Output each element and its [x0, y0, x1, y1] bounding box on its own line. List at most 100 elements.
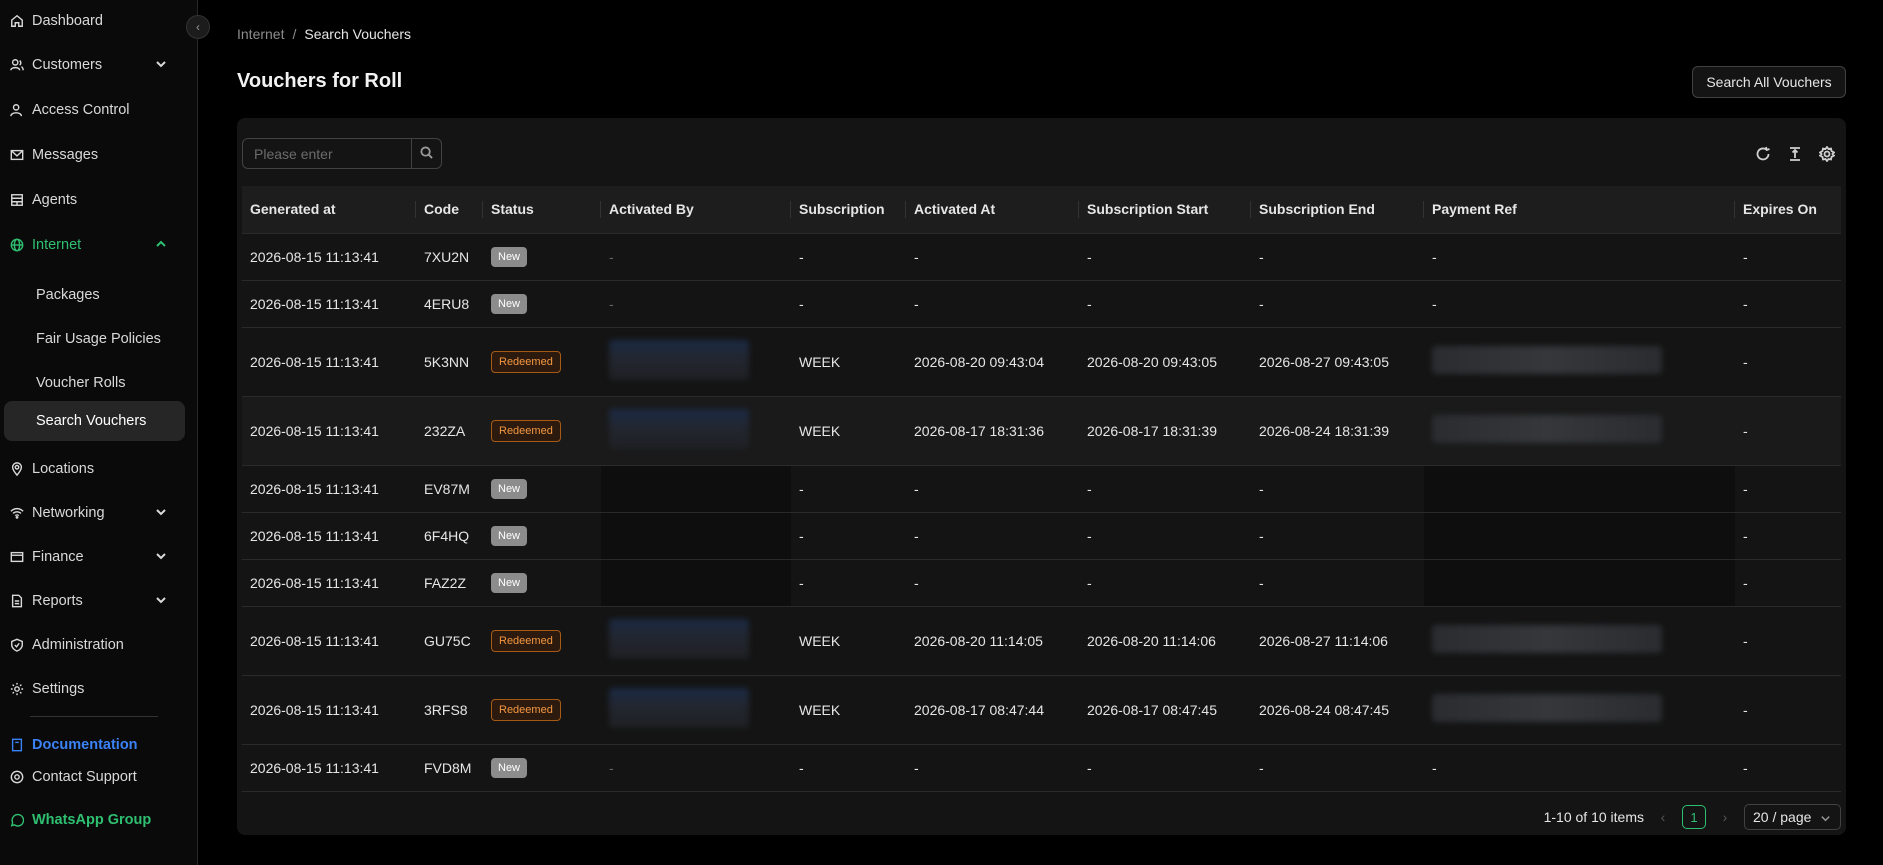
sidebar-item-locations[interactable]: Locations: [0, 449, 185, 489]
cell-subscription-start: -: [1079, 559, 1251, 607]
sidebar-item-dashboard[interactable]: Dashboard: [0, 1, 185, 41]
cell-code: FAZ2Z: [416, 559, 483, 607]
table-row[interactable]: 2026-08-15 11:13:41 3RFS8 Redeemed WEEK …: [242, 675, 1841, 745]
cell-subscription-end: -: [1251, 559, 1424, 607]
chevron-down-icon: [1820, 811, 1832, 823]
report-icon: [10, 594, 24, 608]
sidebar-item-customers[interactable]: Customers: [0, 45, 185, 85]
settings-icon[interactable]: [1818, 145, 1836, 163]
cell-activated-by: -: [601, 744, 791, 792]
cell-subscription: WEEK: [791, 675, 906, 745]
cell-status: New: [483, 465, 601, 513]
cell-subscription-start: -: [1079, 465, 1251, 513]
status-badge: New: [491, 246, 528, 267]
sidebar-item-networking[interactable]: Networking: [0, 493, 185, 533]
breadcrumb-parent[interactable]: Internet: [237, 26, 284, 42]
column-header-status[interactable]: Status: [483, 186, 601, 234]
gear-icon: [10, 682, 24, 696]
cell-activated-by: -: [601, 280, 791, 328]
table-row[interactable]: 2026-08-15 11:13:41 5K3NN Redeemed WEEK …: [242, 327, 1841, 397]
sidebar-item-finance[interactable]: Finance: [0, 537, 185, 577]
table-row[interactable]: 2026-08-15 11:13:41 6F4HQ New - - - - -: [242, 512, 1841, 560]
vouchers-panel: Generated at Code Status Activated By Su…: [237, 118, 1846, 835]
sidebar-item-packages[interactable]: Packages: [0, 275, 185, 315]
column-header-expires-on[interactable]: Expires On: [1735, 186, 1841, 234]
sidebar-item-voucher-rolls[interactable]: Voucher Rolls: [0, 363, 185, 403]
column-header-activated-by[interactable]: Activated By: [601, 186, 791, 234]
table-row[interactable]: 2026-08-15 11:13:41 GU75C Redeemed WEEK …: [242, 606, 1841, 676]
next-page-icon[interactable]: ›: [1718, 809, 1732, 825]
cell-code: EV87M: [416, 465, 483, 513]
redacted-payment-ref: [1432, 625, 1662, 653]
sidebar-item-internet[interactable]: Internet: [0, 225, 185, 265]
table-row[interactable]: 2026-08-15 11:13:41 4ERU8 New - - - - - …: [242, 280, 1841, 328]
sidebar-item-access-control[interactable]: Access Control: [0, 90, 185, 130]
table-row[interactable]: 2026-08-15 11:13:41 FAZ2Z New - - - - -: [242, 559, 1841, 607]
column-header-subscription[interactable]: Subscription: [791, 186, 906, 234]
sidebar-item-search-vouchers[interactable]: Search Vouchers: [4, 401, 185, 441]
page-size-select[interactable]: 20 / page: [1744, 804, 1841, 830]
cell-payment-ref: [1424, 559, 1735, 607]
column-header-code[interactable]: Code: [416, 186, 483, 234]
search-all-vouchers-button[interactable]: Search All Vouchers: [1692, 66, 1846, 98]
page-button-current[interactable]: 1: [1682, 805, 1706, 829]
sidebar-item-reports[interactable]: Reports: [0, 581, 185, 621]
cell-subscription-start: 2026-08-20 11:14:06: [1079, 606, 1251, 676]
column-header-subscription-start[interactable]: Subscription Start: [1079, 186, 1251, 234]
status-badge: Redeemed: [491, 419, 561, 442]
status-badge: Redeemed: [491, 350, 561, 373]
cell-activated-by: [601, 327, 791, 397]
column-header-generated-at[interactable]: Generated at: [242, 186, 416, 234]
cell-activated-by: [601, 675, 791, 745]
column-header-subscription-end[interactable]: Subscription End: [1251, 186, 1424, 234]
search-group: [242, 138, 442, 169]
chevron-down-icon: [155, 594, 167, 606]
sidebar-item-contact-support[interactable]: Contact Support: [0, 757, 185, 797]
table-row[interactable]: 2026-08-15 11:13:41 7XU2N New - - - - - …: [242, 233, 1841, 281]
table-row[interactable]: 2026-08-15 11:13:41 EV87M New - - - - -: [242, 465, 1841, 513]
cell-activated-by: [601, 396, 791, 466]
column-header-activated-at[interactable]: Activated At: [906, 186, 1079, 234]
cell-code: GU75C: [416, 606, 483, 676]
cell-subscription-start: 2026-08-20 09:43:05: [1079, 327, 1251, 397]
cell-payment-ref: -: [1424, 233, 1735, 281]
home-icon: [10, 14, 24, 28]
cell-status: New: [483, 280, 601, 328]
column-height-icon[interactable]: [1786, 145, 1804, 163]
table-row[interactable]: 2026-08-15 11:13:41 232ZA Redeemed WEEK …: [242, 396, 1841, 466]
status-badge: Redeemed: [491, 629, 561, 652]
sidebar-item-administration[interactable]: Administration: [0, 625, 185, 665]
collapse-sidebar-button[interactable]: ‹: [186, 15, 210, 39]
cell-activated-at: 2026-08-17 08:47:44: [906, 675, 1079, 745]
cell-subscription: -: [791, 512, 906, 560]
cell-expires-on: -: [1735, 233, 1841, 281]
sidebar-item-agents[interactable]: Agents: [0, 180, 185, 220]
cell-expires-on: -: [1735, 744, 1841, 792]
sidebar-item-settings[interactable]: Settings: [0, 669, 185, 709]
cell-activated-at: -: [906, 465, 1079, 513]
cell-subscription: -: [791, 280, 906, 328]
cell-activated-at: -: [906, 280, 1079, 328]
search-icon: [420, 145, 433, 162]
cell-generated-at: 2026-08-15 11:13:41: [242, 675, 416, 745]
sidebar-item-fair-usage-policies[interactable]: Fair Usage Policies: [0, 319, 185, 359]
cell-subscription-start: 2026-08-17 18:31:39: [1079, 396, 1251, 466]
sidebar-item-whatsapp-group[interactable]: WhatsApp Group: [0, 800, 185, 840]
chevron-up-icon: [155, 238, 167, 250]
cell-subscription-start: 2026-08-17 08:47:45: [1079, 675, 1251, 745]
search-button[interactable]: [411, 139, 441, 168]
reload-icon[interactable]: [1754, 145, 1772, 163]
cell-status: Redeemed: [483, 327, 601, 397]
column-header-payment-ref[interactable]: Payment Ref: [1424, 186, 1735, 234]
cell-subscription-end: -: [1251, 512, 1424, 560]
search-input[interactable]: [243, 139, 411, 168]
prev-page-icon[interactable]: ‹: [1656, 809, 1670, 825]
sidebar-item-messages[interactable]: Messages: [0, 135, 185, 175]
cell-activated-by: -: [601, 233, 791, 281]
status-badge: New: [491, 293, 528, 314]
cell-code: 232ZA: [416, 396, 483, 466]
redacted-activated-by: [609, 409, 749, 449]
table-row[interactable]: 2026-08-15 11:13:41 FVD8M New - - - - - …: [242, 744, 1841, 792]
cell-expires-on: -: [1735, 675, 1841, 745]
store-icon: [10, 193, 24, 207]
